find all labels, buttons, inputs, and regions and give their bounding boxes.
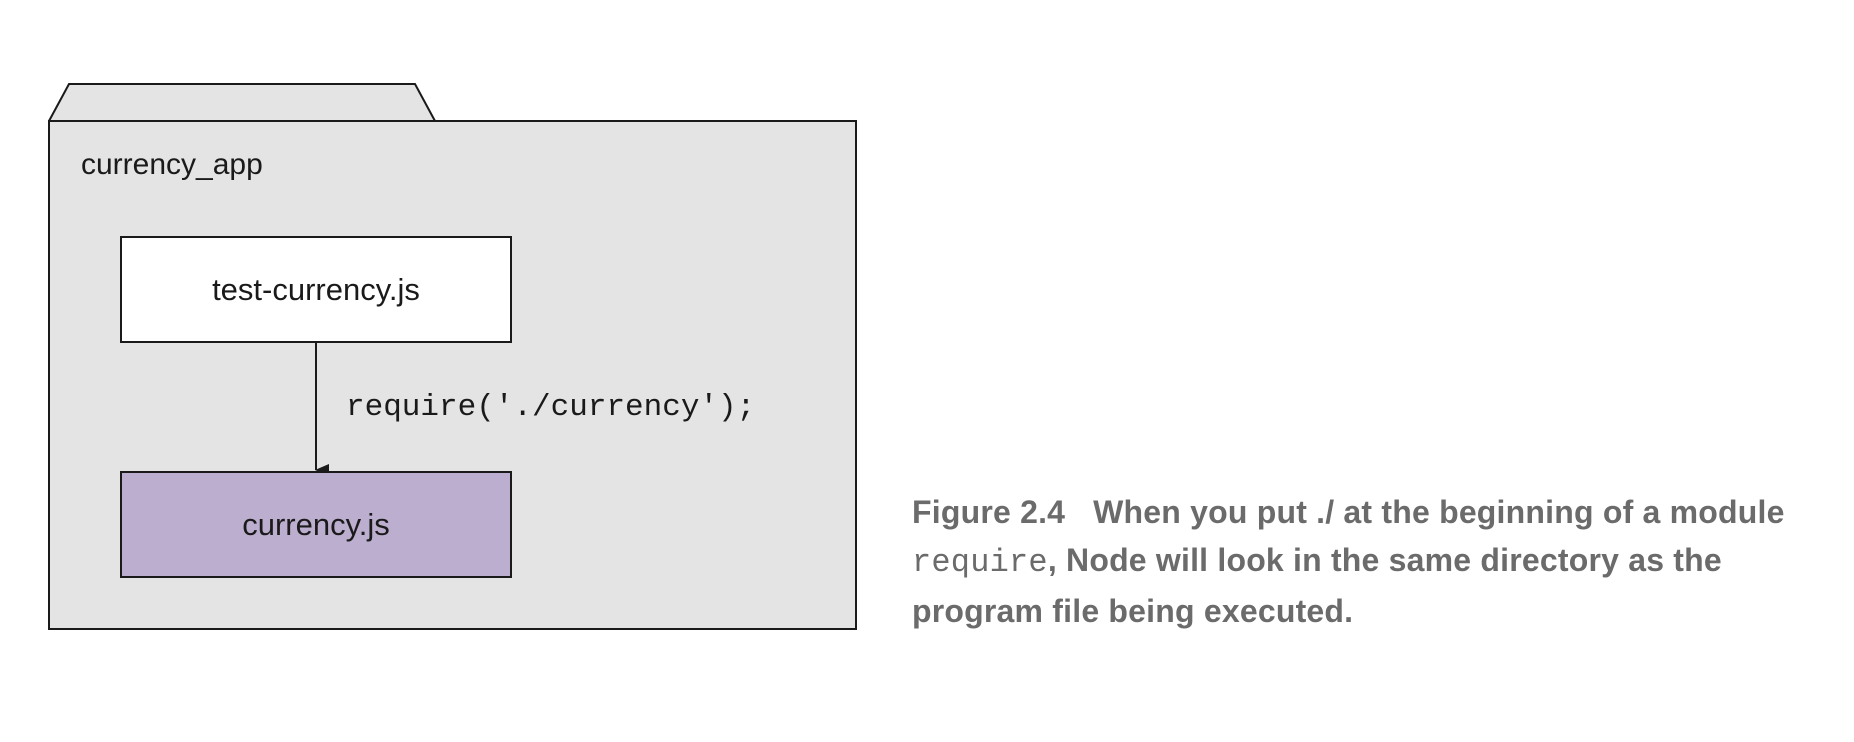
folder-tab [48,83,436,122]
figure-number: Figure 2.4 [912,494,1066,530]
folder-name: currency_app [81,148,263,181]
file-label-test-currency: test-currency.js [212,272,420,307]
caption-text-before-code: When you put ./ at the beginning of a mo… [1093,494,1785,530]
caption-code-require: require [912,544,1048,581]
figure-caption: Figure 2.4 When you put ./ at the beginni… [912,488,1812,635]
file-label-currency: currency.js [242,507,390,542]
require-statement-label: require('./currency'); [346,390,755,425]
folder-diagram: currency_app test-currency.js require('.… [48,83,857,630]
